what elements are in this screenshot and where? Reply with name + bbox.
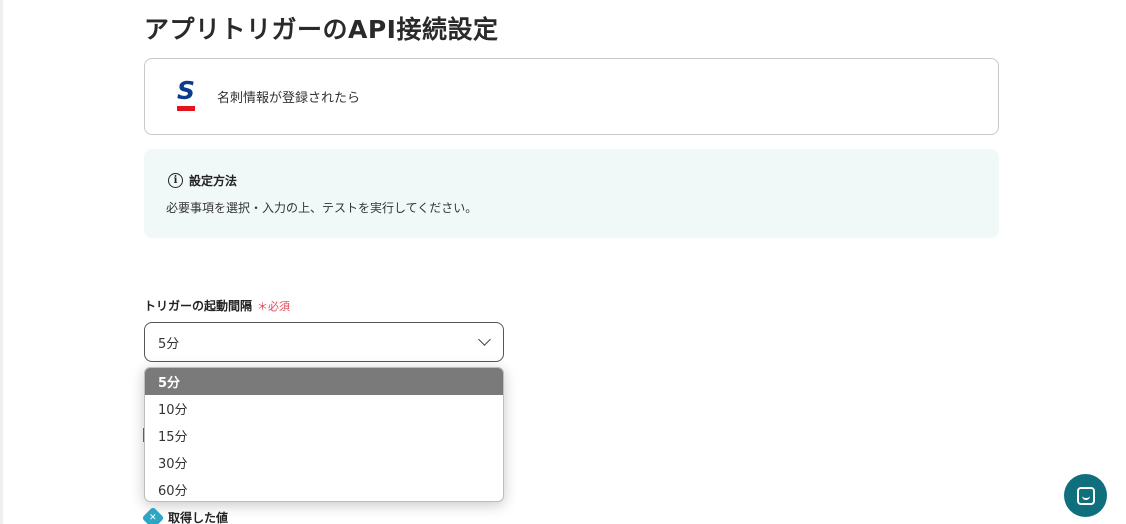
dropdown-option-60min[interactable]: 60分: [145, 476, 503, 501]
required-badge: ＊必須: [257, 299, 291, 313]
trigger-name: 名刺情報が登録されたら: [217, 91, 361, 106]
interval-dropdown-menu: 5分 10分 15分 30分 60分: [144, 367, 504, 502]
info-title-row: i 設定方法: [168, 172, 237, 189]
dropdown-option-30min[interactable]: 30分: [145, 449, 503, 476]
sansan-logo-icon: S: [175, 78, 197, 114]
chat-icon: [1076, 486, 1095, 505]
app-trigger-card: S 名刺情報が登録されたら: [144, 58, 999, 135]
setup-instructions-box: i 設定方法 必要事項を選択・入力の上、テストを実行してください。: [144, 149, 999, 238]
chevron-down-icon: [478, 333, 491, 346]
acquired-values-header[interactable]: ✕ 取得した値: [141, 506, 229, 524]
interval-select-value: 5分: [158, 336, 180, 352]
left-divider: [0, 0, 3, 524]
chat-support-button[interactable]: [1064, 474, 1107, 517]
info-text: 必要事項を選択・入力の上、テストを実行してください。: [166, 201, 478, 215]
interval-field-label-row: トリガーの起動間隔 ＊必須: [144, 297, 290, 314]
info-title: 設定方法: [189, 174, 238, 188]
info-icon: i: [168, 173, 183, 188]
page-title: アプリトリガーのAPI接続設定: [144, 15, 499, 44]
dropdown-option-15min[interactable]: 15分: [145, 422, 503, 449]
acquired-values-icon: ✕: [141, 506, 165, 524]
acquired-values-label: 取得した値: [168, 511, 229, 524]
dropdown-option-10min[interactable]: 10分: [145, 395, 503, 422]
interval-field-label: トリガーの起動間隔: [144, 299, 253, 313]
dropdown-option-5min[interactable]: 5分: [145, 368, 503, 395]
interval-select[interactable]: 5分: [144, 322, 504, 362]
